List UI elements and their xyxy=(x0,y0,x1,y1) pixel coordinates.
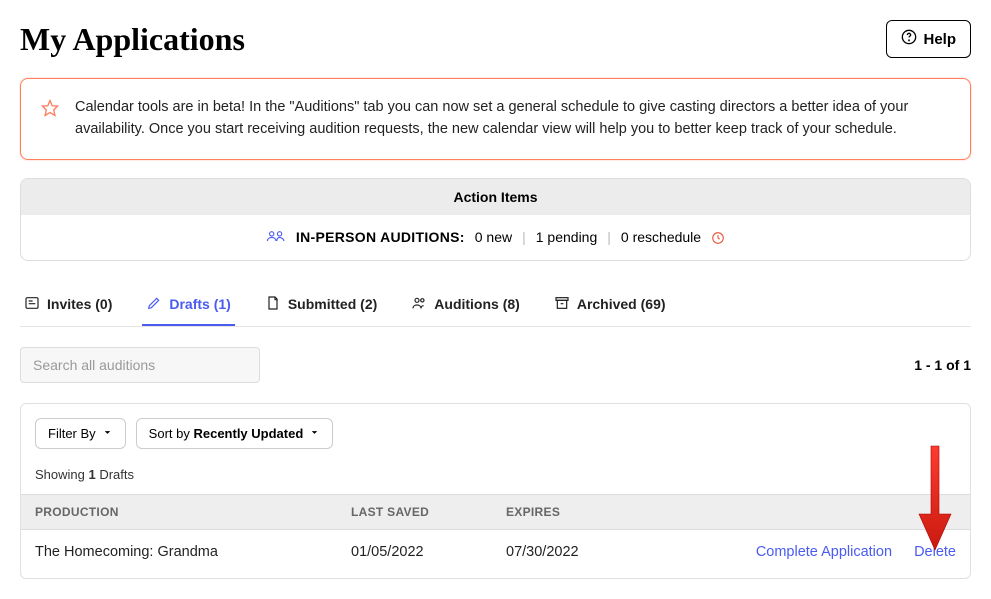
tab-drafts[interactable]: Drafts (1) xyxy=(142,285,234,326)
sort-label: Sort by Recently Updated xyxy=(149,426,304,441)
action-items-panel: Action Items IN-PERSON AUDITIONS: 0 new … xyxy=(20,178,971,261)
tab-archived[interactable]: Archived (69) xyxy=(550,285,670,326)
people-icon xyxy=(266,229,286,246)
col-header-production: PRODUCTION xyxy=(21,505,351,519)
help-icon xyxy=(901,29,917,49)
beta-banner: Calendar tools are in beta! In the "Audi… xyxy=(20,78,971,160)
beta-banner-text: Calendar tools are in beta! In the "Audi… xyxy=(75,97,950,141)
archive-icon xyxy=(554,295,570,314)
col-header-expires: EXPIRES xyxy=(506,505,661,519)
tab-auditions[interactable]: Auditions (8) xyxy=(407,285,524,326)
divider: | xyxy=(607,229,611,245)
divider: | xyxy=(522,229,526,245)
tab-label: Drafts (1) xyxy=(169,296,230,312)
delete-link[interactable]: Delete xyxy=(914,544,956,560)
drafts-panel: Filter By Sort by Recently Updated Showi… xyxy=(20,403,971,579)
cell-production: The Homecoming: Grandma xyxy=(21,544,351,560)
chevron-down-icon xyxy=(309,426,320,441)
action-new-count: 0 new xyxy=(475,229,512,245)
filter-by-button[interactable]: Filter By xyxy=(35,418,126,449)
star-icon xyxy=(41,99,59,141)
tab-submitted[interactable]: Submitted (2) xyxy=(261,285,381,326)
action-reschedule-count: 0 reschedule xyxy=(621,229,701,245)
showing-text: Showing 1 Drafts xyxy=(35,467,956,482)
complete-application-link[interactable]: Complete Application xyxy=(756,544,892,560)
table-row: The Homecoming: Grandma 01/05/2022 07/30… xyxy=(21,530,970,564)
chevron-down-icon xyxy=(102,426,113,441)
help-button[interactable]: Help xyxy=(886,20,971,58)
document-icon xyxy=(265,295,281,314)
cell-last-saved: 01/05/2022 xyxy=(351,544,506,560)
pencil-icon xyxy=(146,295,162,314)
tab-label: Invites (0) xyxy=(47,296,112,312)
cell-expires: 07/30/2022 xyxy=(506,544,661,560)
help-label: Help xyxy=(923,31,956,48)
table-header: PRODUCTION LAST SAVED EXPIRES xyxy=(21,494,970,530)
tabs: Invites (0) Drafts (1) Submitted (2) Aud… xyxy=(20,285,971,327)
col-header-last-saved: LAST SAVED xyxy=(351,505,506,519)
tab-label: Archived (69) xyxy=(577,296,666,312)
tab-label: Auditions (8) xyxy=(434,296,520,312)
invite-icon xyxy=(24,295,40,314)
tab-label: Submitted (2) xyxy=(288,296,377,312)
action-items-label: IN-PERSON AUDITIONS: xyxy=(296,229,465,245)
sort-by-button[interactable]: Sort by Recently Updated xyxy=(136,418,334,449)
action-items-header: Action Items xyxy=(21,179,970,215)
clock-icon xyxy=(711,229,725,245)
pagination-text: 1 - 1 of 1 xyxy=(914,357,971,373)
action-pending-count: 1 pending xyxy=(536,229,598,245)
filter-label: Filter By xyxy=(48,426,96,441)
tab-invites[interactable]: Invites (0) xyxy=(20,285,116,326)
page-title: My Applications xyxy=(20,21,245,58)
search-input[interactable] xyxy=(20,347,260,383)
people-icon xyxy=(411,295,427,314)
